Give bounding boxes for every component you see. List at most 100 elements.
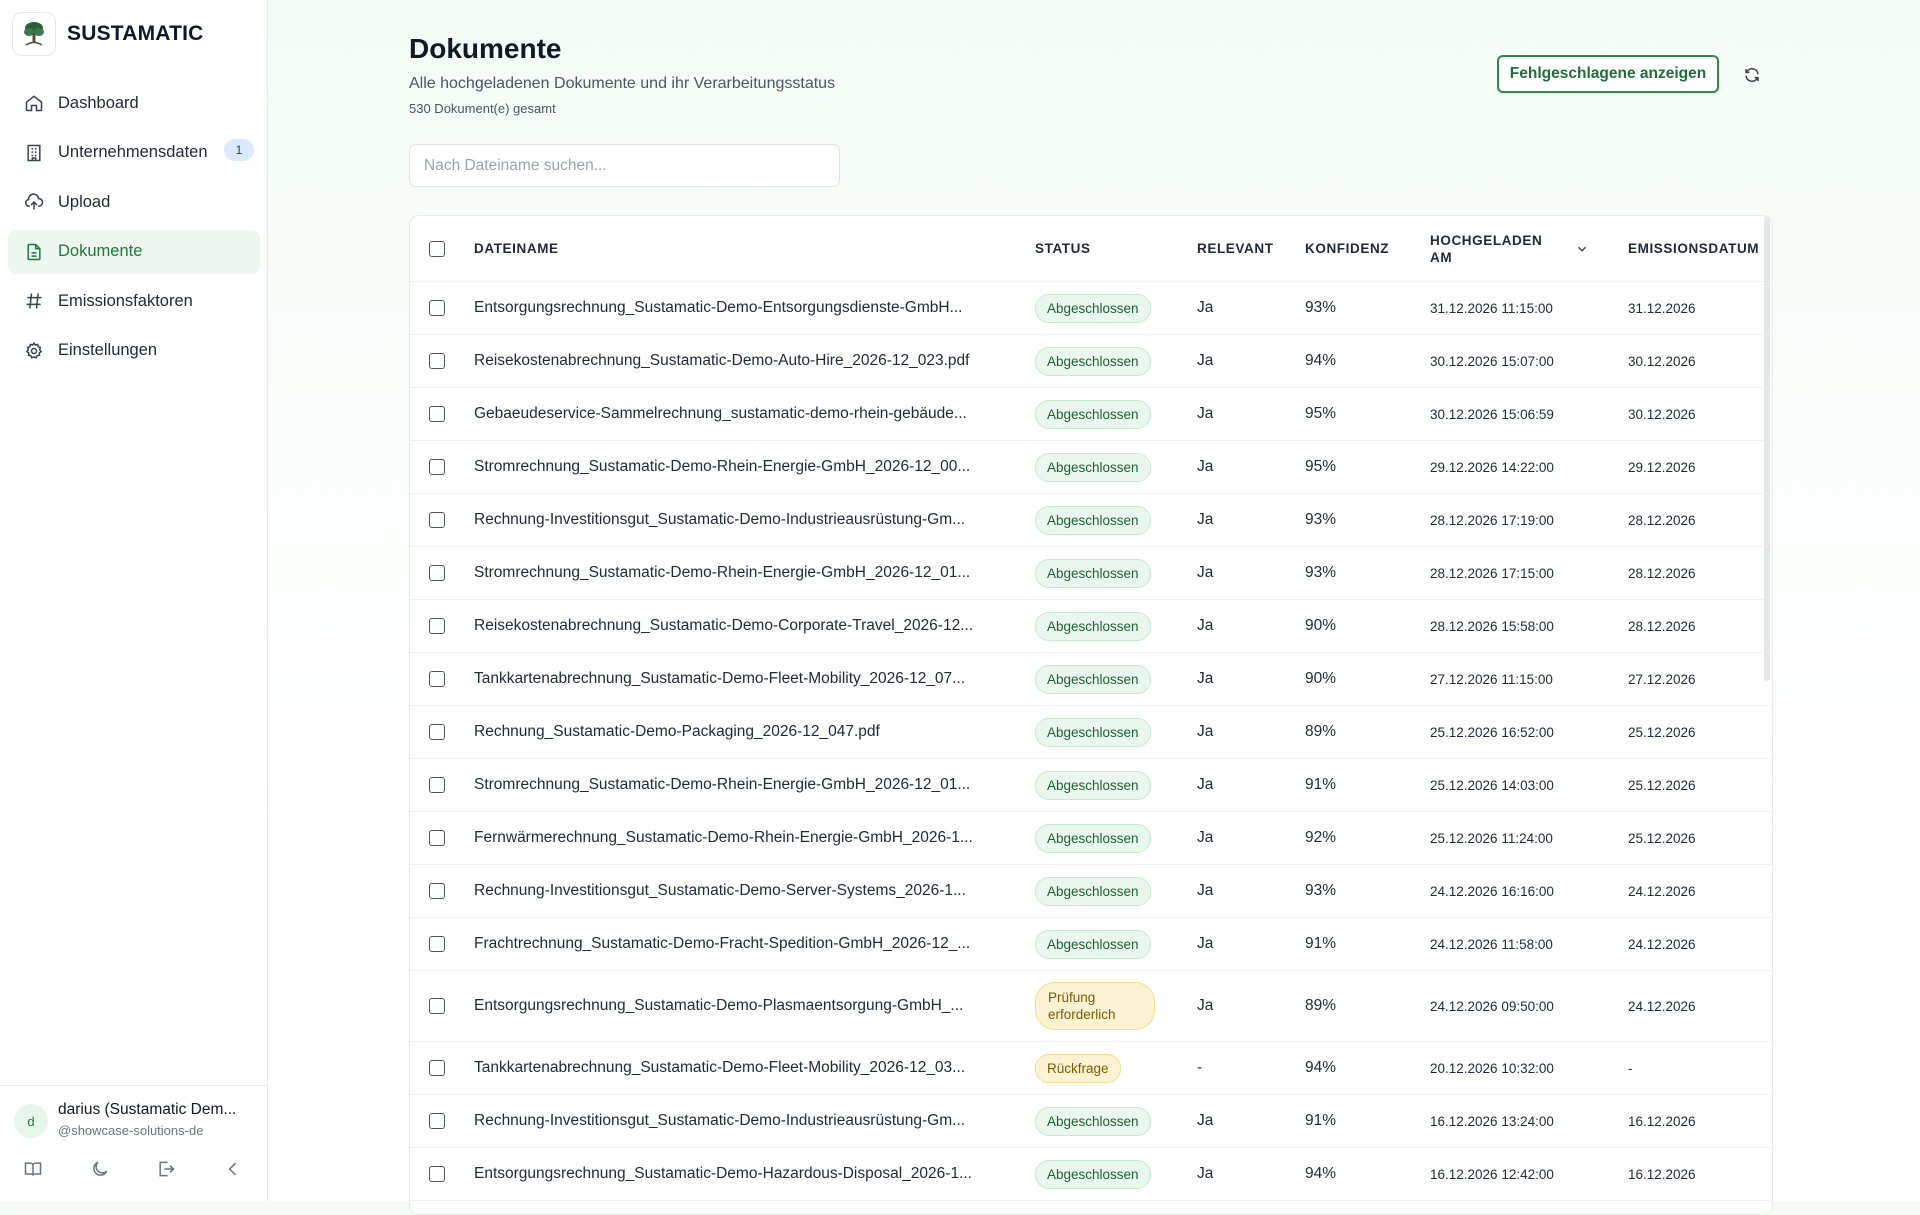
confidence-value: 91% <box>1305 935 1337 952</box>
table-row[interactable]: Rechnung-Investitionsgut_Sustamatic-Demo… <box>410 865 1772 918</box>
chevron-left-icon[interactable] <box>222 1158 244 1180</box>
filename-link[interactable]: Entsorgungsrechnung_Sustamatic-Demo-Plas… <box>474 997 1004 1015</box>
row-checkbox[interactable] <box>429 724 445 740</box>
relevant-value: Ja <box>1197 458 1214 475</box>
logout-icon[interactable] <box>155 1158 177 1180</box>
row-checkbox[interactable] <box>429 777 445 793</box>
row-select-cell <box>429 706 445 758</box>
header-emission-date[interactable]: EMISSIONSDATUM <box>1628 216 1759 281</box>
book-icon[interactable] <box>22 1158 44 1180</box>
filename-cell: Entsorgungsrechnung_Sustamatic-Demo-Haza… <box>474 1148 1004 1200</box>
confidence-value: 93% <box>1305 882 1337 899</box>
row-checkbox[interactable] <box>429 406 445 422</box>
sidebar-item-emissionsfaktoren[interactable]: Emissionsfaktoren <box>8 279 260 323</box>
uploaded-value: 16.12.2026 12:42:00 <box>1430 1166 1554 1182</box>
table-row[interactable]: Gebaeudeservice-Sammelrechnung_sustamati… <box>410 388 1772 441</box>
search-input[interactable] <box>409 144 840 187</box>
sort-chevron-down-icon[interactable] <box>1575 216 1589 281</box>
refresh-icon[interactable] <box>1740 63 1764 87</box>
emission-date-value: 16.12.2026 <box>1628 1113 1696 1129</box>
filename-link[interactable]: Fernwärmerechnung_Sustamatic-Demo-Rhein-… <box>474 829 1004 847</box>
select-all-checkbox[interactable] <box>429 240 445 257</box>
building-icon <box>23 142 45 164</box>
filename-link[interactable]: Frachtrechnung_Sustamatic-Demo-Fracht-Sp… <box>474 935 1004 953</box>
relevant-value: Ja <box>1197 1165 1214 1182</box>
filename-link[interactable]: Reisekostenabrechnung_Sustamatic-Demo-Co… <box>474 617 1004 635</box>
filename-link[interactable]: Entsorgungsrechnung_Sustamatic-Demo-Haza… <box>474 1165 1004 1183</box>
header-uploaded[interactable]: HOCHGELADEN AM <box>1430 216 1542 281</box>
table-row[interactable]: Stromrechnung_Sustamatic-Demo-Rhein-Ener… <box>410 759 1772 812</box>
row-checkbox[interactable] <box>429 883 445 899</box>
filename-cell: Reisekostenabrechnung_Sustamatic-Demo-Co… <box>474 600 1004 652</box>
filename-link[interactable]: Gebaeudeservice-Sammelrechnung_sustamati… <box>474 405 1004 423</box>
table-row[interactable]: Reisekostenabrechnung_Sustamatic-Demo-Au… <box>410 335 1772 388</box>
table-row[interactable]: Tankkartenabrechnung_Sustamatic-Demo-Fle… <box>410 1042 1772 1095</box>
table-row[interactable]: Entsorgungsrechnung_Sustamatic-Demo-Ents… <box>410 282 1772 335</box>
row-checkbox[interactable] <box>429 1166 445 1182</box>
table-row[interactable]: Frachtrechnung_Sustamatic-Demo-Fracht-Sp… <box>410 918 1772 971</box>
row-checkbox[interactable] <box>429 618 445 634</box>
table-row[interactable]: Stromrechnung_Sustamatic-Demo-Rhein-Ener… <box>410 547 1772 600</box>
status-cell: Abgeschlossen <box>1035 706 1151 758</box>
table-row[interactable]: Rechnung-Investitionsgut_Sustamatic-Demo… <box>410 1095 1772 1148</box>
moon-icon[interactable] <box>89 1158 111 1180</box>
row-checkbox[interactable] <box>429 565 445 581</box>
scrollbar[interactable] <box>1764 216 1770 681</box>
row-checkbox[interactable] <box>429 459 445 475</box>
filename-link[interactable]: Tankkartenabrechnung_Sustamatic-Demo-Fle… <box>474 670 1004 688</box>
row-select-cell <box>429 653 445 705</box>
filename-link[interactable]: Rechnung_Sustamatic-Demo-Packaging_2026-… <box>474 723 1004 741</box>
sidebar-item-dokumente[interactable]: Dokumente <box>8 229 260 274</box>
filename-link[interactable]: Rechnung-Investitionsgut_Sustamatic-Demo… <box>474 1112 1004 1130</box>
filename-link[interactable]: Reisekostenabrechnung_Sustamatic-Demo-Au… <box>474 352 1004 370</box>
filename-link[interactable]: Entsorgungsrechnung_Sustamatic-Demo-Ents… <box>474 299 1004 317</box>
uploaded-value: 24.12.2026 09:50:00 <box>1430 998 1554 1014</box>
filename-link[interactable]: Rechnung-Investitionsgut_Sustamatic-Demo… <box>474 511 1004 529</box>
filename-link[interactable]: Stromrechnung_Sustamatic-Demo-Rhein-Ener… <box>474 564 1004 582</box>
row-checkbox[interactable] <box>429 1060 445 1076</box>
relevant-value: Ja <box>1197 511 1214 528</box>
table-row[interactable]: Entsorgungsrechnung_Sustamatic-Demo-Plas… <box>410 971 1772 1042</box>
row-checkbox[interactable] <box>429 671 445 687</box>
status-badge: Abgeschlossen <box>1035 823 1151 853</box>
table-row[interactable]: Rechnung-Investitionsgut_Sustamatic-Demo… <box>410 494 1772 547</box>
table-row[interactable]: Tankkartenabrechnung_Sustamatic-Demo-Fle… <box>410 653 1772 706</box>
show-failed-button[interactable]: Fehlgeschlagene anzeigen <box>1497 55 1719 93</box>
table-row[interactable]: Reisekostenabrechnung_Sustamatic-Demo-Co… <box>410 600 1772 653</box>
table-row[interactable]: Entsorgungsrechnung_Sustamatic-Demo-Haza… <box>410 1148 1772 1201</box>
emission-date-value: 28.12.2026 <box>1628 618 1696 634</box>
table-row[interactable]: Rechnung_Sustamatic-Demo-Packaging_2026-… <box>410 706 1772 759</box>
header-confidence[interactable]: KONFIDENZ <box>1305 216 1389 281</box>
filename-link[interactable]: Stromrechnung_Sustamatic-Demo-Rhein-Ener… <box>474 776 1004 794</box>
status-cell: Prüfung erforderlich <box>1035 971 1155 1041</box>
status-badge: Abgeschlossen <box>1035 929 1151 959</box>
sidebar-item-unternehmensdaten[interactable]: Unternehmensdaten 1 <box>8 131 260 175</box>
confidence-value: 94% <box>1305 352 1337 369</box>
row-checkbox[interactable] <box>429 353 445 369</box>
header-filename[interactable]: DATEINAME <box>474 216 559 281</box>
sidebar-item-dashboard[interactable]: Dashboard <box>8 81 260 125</box>
avatar[interactable]: d <box>14 1104 48 1138</box>
status-cell: Abgeschlossen <box>1035 600 1151 652</box>
filename-link[interactable]: Tankkartenabrechnung_Sustamatic-Demo-Fle… <box>474 1059 1004 1077</box>
filename-link[interactable]: Stromrechnung_Sustamatic-Demo-Rhein-Ener… <box>474 458 1004 476</box>
row-checkbox[interactable] <box>429 998 445 1014</box>
row-checkbox[interactable] <box>429 512 445 528</box>
documents-table: DATEINAME STATUS RELEVANT KONFIDENZ HOCH… <box>409 215 1773 1215</box>
sidebar-item-upload[interactable]: Upload <box>8 180 260 224</box>
row-checkbox[interactable] <box>429 1113 445 1129</box>
filename-link[interactable]: Rechnung-Investitionsgut_Sustamatic-Demo… <box>474 882 1004 900</box>
confidence-value: 93% <box>1305 299 1337 316</box>
header-status[interactable]: STATUS <box>1035 216 1091 281</box>
table-row[interactable]: Stromrechnung_Sustamatic-Demo-Rhein-Ener… <box>410 441 1772 494</box>
table-row[interactable]: Fernwärmerechnung_Sustamatic-Demo-Rhein-… <box>410 812 1772 865</box>
select-all-cell <box>429 216 445 281</box>
row-checkbox[interactable] <box>429 936 445 952</box>
sidebar-item-einstellungen[interactable]: Einstellungen <box>8 329 260 373</box>
confidence-value: 94% <box>1305 1165 1337 1182</box>
row-checkbox[interactable] <box>429 300 445 316</box>
row-checkbox[interactable] <box>429 830 445 846</box>
uploaded-value: 28.12.2026 15:58:00 <box>1430 618 1554 634</box>
brand[interactable]: SUSTAMATIC <box>12 12 204 56</box>
header-relevant[interactable]: RELEVANT <box>1197 216 1274 281</box>
